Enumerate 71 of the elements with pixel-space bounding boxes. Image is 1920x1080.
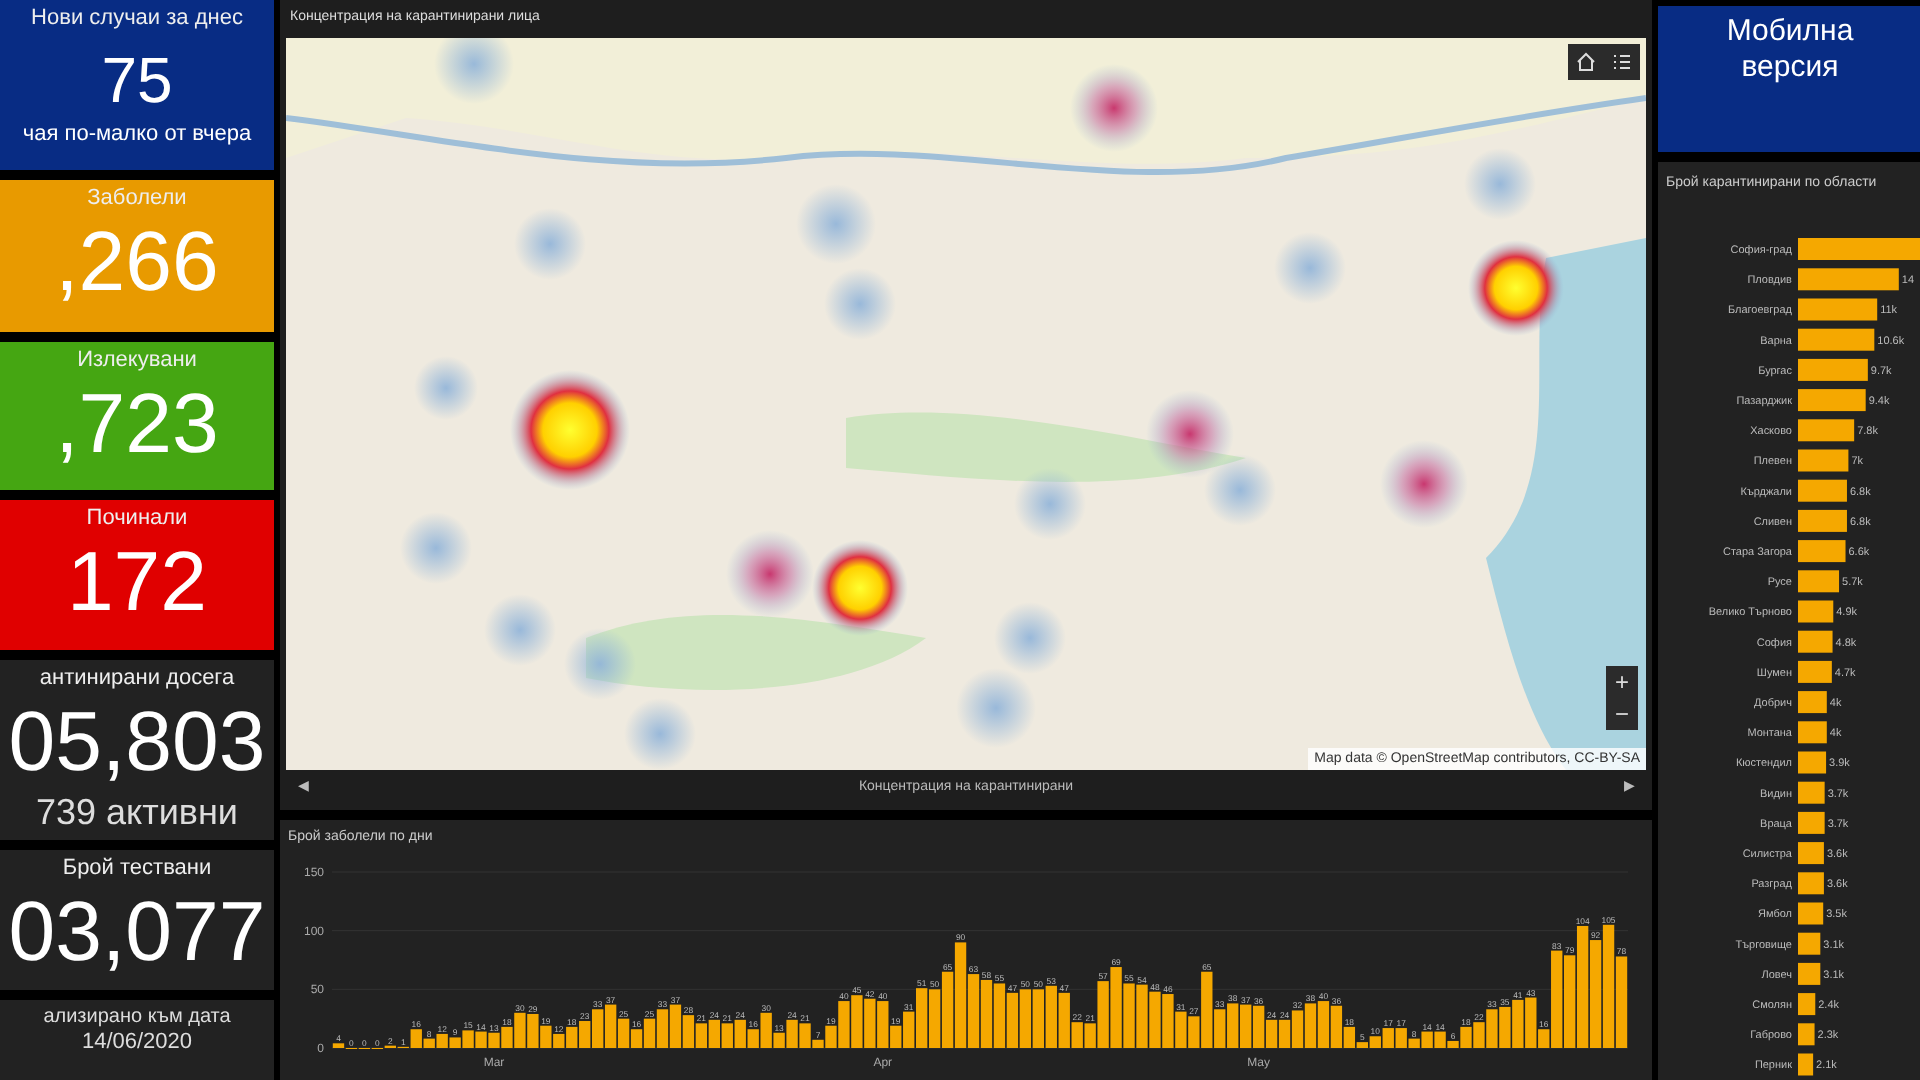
heat-spot [1204, 454, 1276, 526]
stat-value: 75 [101, 42, 173, 120]
bar [1798, 510, 1847, 533]
bar [1798, 933, 1821, 956]
stat-title: Нови случаи за днес [31, 4, 243, 32]
bar [1798, 691, 1827, 714]
bar [1798, 329, 1875, 352]
bar [1798, 812, 1825, 835]
bar [1798, 298, 1878, 321]
mobile-version-link[interactable]: Мобилна версия [1700, 14, 1880, 86]
clipped-bar-drawing [1798, 238, 1920, 261]
bar [1798, 268, 1899, 291]
bar [1798, 540, 1846, 563]
heat-spot [1468, 240, 1564, 336]
heat-spot [796, 184, 876, 264]
stat-note: чая по-малко от вчера [22, 120, 252, 148]
heat-spot [484, 594, 556, 666]
heat-spot [1070, 64, 1158, 152]
heat-spot [812, 540, 908, 636]
stat-note: 739 активни [36, 792, 238, 833]
bar [1798, 570, 1840, 593]
heat-spot [414, 356, 478, 420]
bar [1798, 721, 1827, 744]
heat-spot [434, 38, 514, 104]
heat-spot [1380, 440, 1468, 528]
heat-spot [514, 208, 586, 280]
heat-spot [824, 268, 896, 340]
bar [1798, 449, 1849, 472]
heat-spot [726, 530, 814, 618]
stat-title: Излекувани [77, 345, 197, 374]
zoom-out-button[interactable]: − [1606, 698, 1638, 730]
bar [1798, 600, 1834, 623]
stat-value: ,266 [55, 211, 219, 312]
bar [1798, 419, 1855, 442]
bar [1798, 480, 1847, 503]
heat-spot [1464, 148, 1536, 220]
heat-spot [994, 602, 1066, 674]
home-icon [1576, 52, 1596, 72]
bar [1798, 631, 1833, 654]
bar [1798, 389, 1866, 412]
bar [1798, 359, 1868, 382]
stat-value: 14/06/2020 [81, 1030, 193, 1057]
bar [1798, 872, 1824, 895]
stat-title: Брой тествани [62, 854, 212, 883]
bar [1798, 1053, 1814, 1076]
bar [1798, 963, 1821, 986]
stat-value: 03,077 [8, 882, 266, 983]
heat-spot [1014, 468, 1086, 540]
stat-value: 172 [66, 531, 208, 632]
bar [1798, 751, 1827, 774]
heat-spot [1146, 390, 1234, 478]
heat-spot [564, 628, 636, 700]
bar [1798, 1023, 1815, 1046]
stat-value: ,723 [55, 373, 219, 474]
zoom-in-button[interactable]: + [1606, 666, 1638, 698]
stat-value: 05,803 [8, 692, 266, 793]
list-icon [1612, 52, 1632, 72]
stat-title: антинирани досега [39, 664, 235, 693]
heat-spot [956, 668, 1036, 748]
stat-title: Заболели [87, 183, 187, 212]
bar [1798, 842, 1824, 865]
heat-spot [1274, 232, 1346, 304]
heat-spot [510, 370, 630, 490]
heat-spot [624, 698, 696, 770]
bar [1798, 993, 1816, 1016]
bar [1798, 782, 1825, 805]
stat-title: Починали [86, 503, 188, 532]
heat-spot [400, 512, 472, 584]
bar [1798, 661, 1832, 684]
bar [1798, 902, 1824, 925]
stat-title: ализирано към дата [43, 1004, 231, 1031]
